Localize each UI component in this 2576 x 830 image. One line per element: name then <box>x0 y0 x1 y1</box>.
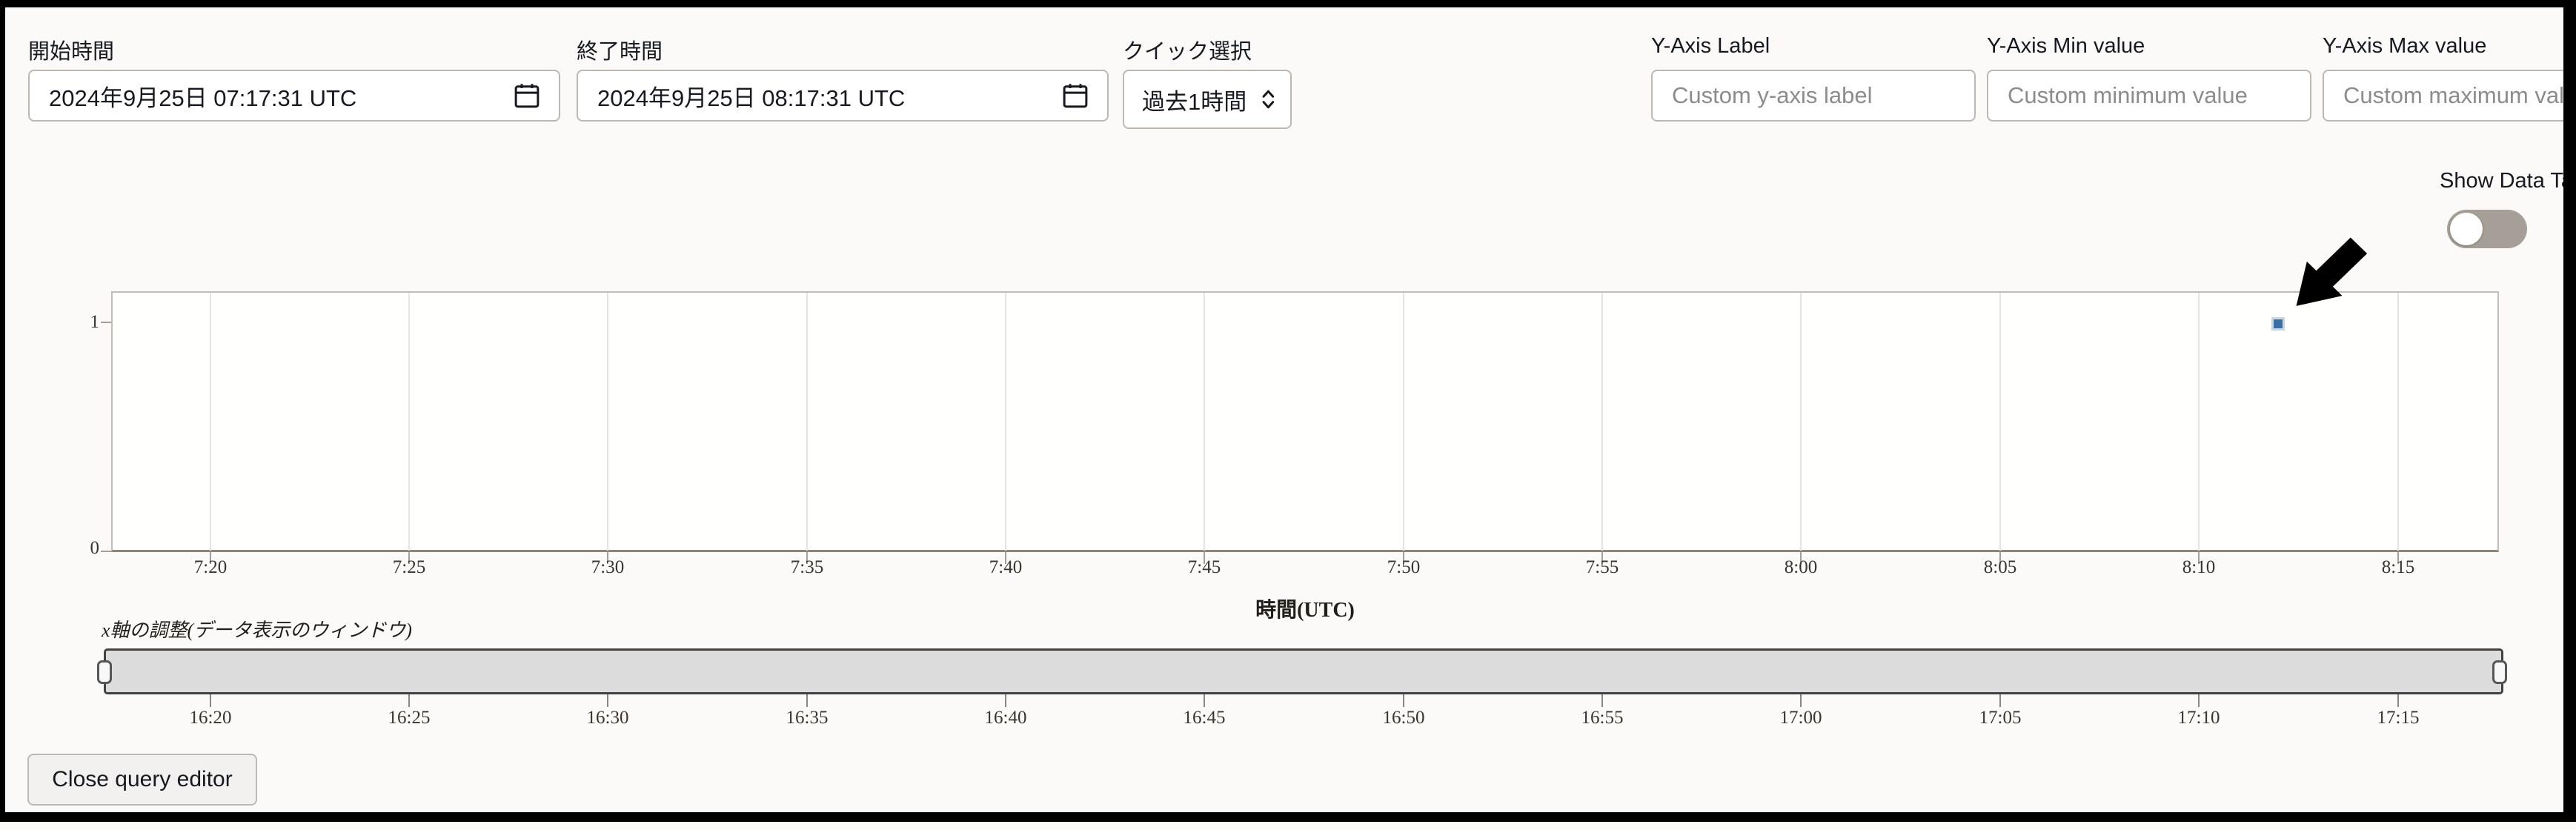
x-tick-label: 7:25 <box>365 557 454 578</box>
gridline <box>408 293 410 551</box>
calendar-icon[interactable] <box>1060 79 1091 113</box>
gridline <box>1005 293 1006 551</box>
quick-select-label: クイック選択 <box>1123 34 1252 65</box>
gridline <box>2198 293 2200 551</box>
x-axis-range-slider[interactable] <box>104 648 2503 694</box>
quick-select-dropdown[interactable]: 過去1時間 <box>1123 70 1292 129</box>
slider-tick <box>1204 694 1205 707</box>
x-tick-label: 8:10 <box>2154 557 2243 578</box>
show-data-table-label: Show Data Table <box>2440 169 2576 193</box>
y-tick-label: 1 <box>55 312 99 333</box>
close-query-editor-button[interactable]: Close query editor <box>27 754 257 806</box>
slider-handle-right[interactable] <box>2492 660 2507 684</box>
gridline <box>1601 293 1603 551</box>
x-tick-label: 7:55 <box>1558 557 1647 578</box>
y-axis-min-input[interactable] <box>1987 70 2311 122</box>
x-tick-label: 7:50 <box>1359 557 1448 578</box>
y-axis-label-input[interactable] <box>1651 70 1976 122</box>
x-tick-label: 7:20 <box>166 557 255 578</box>
chart-plot-area[interactable] <box>111 291 2499 552</box>
slider-tick-label: 17:10 <box>2151 708 2247 728</box>
y-axis-label-label: Y-Axis Label <box>1651 34 1770 59</box>
slider-tick-label: 17:15 <box>2350 708 2446 728</box>
slider-tick <box>210 694 211 707</box>
slider-tick-label: 16:35 <box>759 708 855 728</box>
gridline <box>210 293 211 551</box>
x-tick-label: 8:15 <box>2354 557 2443 578</box>
slider-tick <box>806 694 808 707</box>
start-time-input[interactable] <box>28 70 560 122</box>
data-point-marker[interactable] <box>2274 319 2283 328</box>
chevron-up-down-icon <box>1260 84 1277 115</box>
start-time-label: 開始時間 <box>28 34 114 65</box>
x-tick-label: 7:30 <box>563 557 652 578</box>
slider-tick <box>2397 694 2399 707</box>
slider-tick-label: 16:55 <box>1554 708 1650 728</box>
toggle-knob <box>2450 213 2483 245</box>
slider-tick-label: 16:30 <box>560 708 656 728</box>
y-tick <box>101 322 111 323</box>
calendar-icon[interactable] <box>511 79 542 113</box>
gridline <box>1800 293 1802 551</box>
y-axis-max-label: Y-Axis Max value <box>2323 34 2486 59</box>
slider-tick <box>2198 694 2200 707</box>
end-time-input[interactable] <box>577 70 1109 122</box>
slider-handle-left[interactable] <box>97 660 112 684</box>
slider-tick-label: 16:25 <box>361 708 457 728</box>
x-tick-label: 8:00 <box>1756 557 1845 578</box>
gridline <box>806 293 808 551</box>
slider-tick-label: 17:00 <box>1753 708 1849 728</box>
x-tick-label: 8:05 <box>1956 557 2045 578</box>
slider-tick <box>1403 694 1404 707</box>
slider-tick <box>408 694 410 707</box>
slider-tick-label: 17:05 <box>1952 708 2048 728</box>
x-axis-title: 時間(UTC) <box>1194 594 1416 623</box>
slider-tick-label: 16:40 <box>957 708 1054 728</box>
slider-tick <box>1601 694 1603 707</box>
gridline <box>607 293 608 551</box>
y-tick <box>101 551 111 552</box>
screenshot-border <box>2563 0 2576 821</box>
screenshot-border <box>0 0 5 821</box>
slider-tick <box>607 694 608 707</box>
cursor-arrow-icon <box>2286 225 2378 316</box>
gridline <box>2397 293 2399 551</box>
gridline <box>1403 293 1404 551</box>
screenshot-border <box>0 812 2576 822</box>
slider-tick <box>1999 694 2001 707</box>
end-time-label: 終了時間 <box>577 34 663 65</box>
slider-tick-label: 16:20 <box>162 708 259 728</box>
x-tick-label: 7:40 <box>961 557 1050 578</box>
screenshot-border <box>0 0 2576 7</box>
quick-select-value: 過去1時間 <box>1142 83 1246 116</box>
slider-tick-label: 16:45 <box>1156 708 1252 728</box>
x-tick-label: 7:45 <box>1160 557 1249 578</box>
query-editor-panel: 開始時間 終了時間 クイック選択 過去1時間 Y-Axis Label Y-Ax… <box>0 0 2576 830</box>
gridline <box>1999 293 2001 551</box>
show-data-table-toggle[interactable] <box>2447 210 2527 248</box>
y-axis-max-input[interactable] <box>2323 70 2576 122</box>
slider-tick <box>1005 694 1006 707</box>
y-tick-label: 0 <box>55 538 99 559</box>
y-axis-min-label: Y-Axis Min value <box>1987 34 2145 59</box>
slider-tick <box>1800 694 1802 707</box>
slider-tick-label: 16:50 <box>1355 708 1452 728</box>
gridline <box>1204 293 1205 551</box>
x-tick-label: 7:35 <box>763 557 852 578</box>
close-query-editor-label: Close query editor <box>52 767 232 792</box>
x-axis-adjust-label: x軸の調整(データ表示のウィンドウ) <box>102 615 412 643</box>
